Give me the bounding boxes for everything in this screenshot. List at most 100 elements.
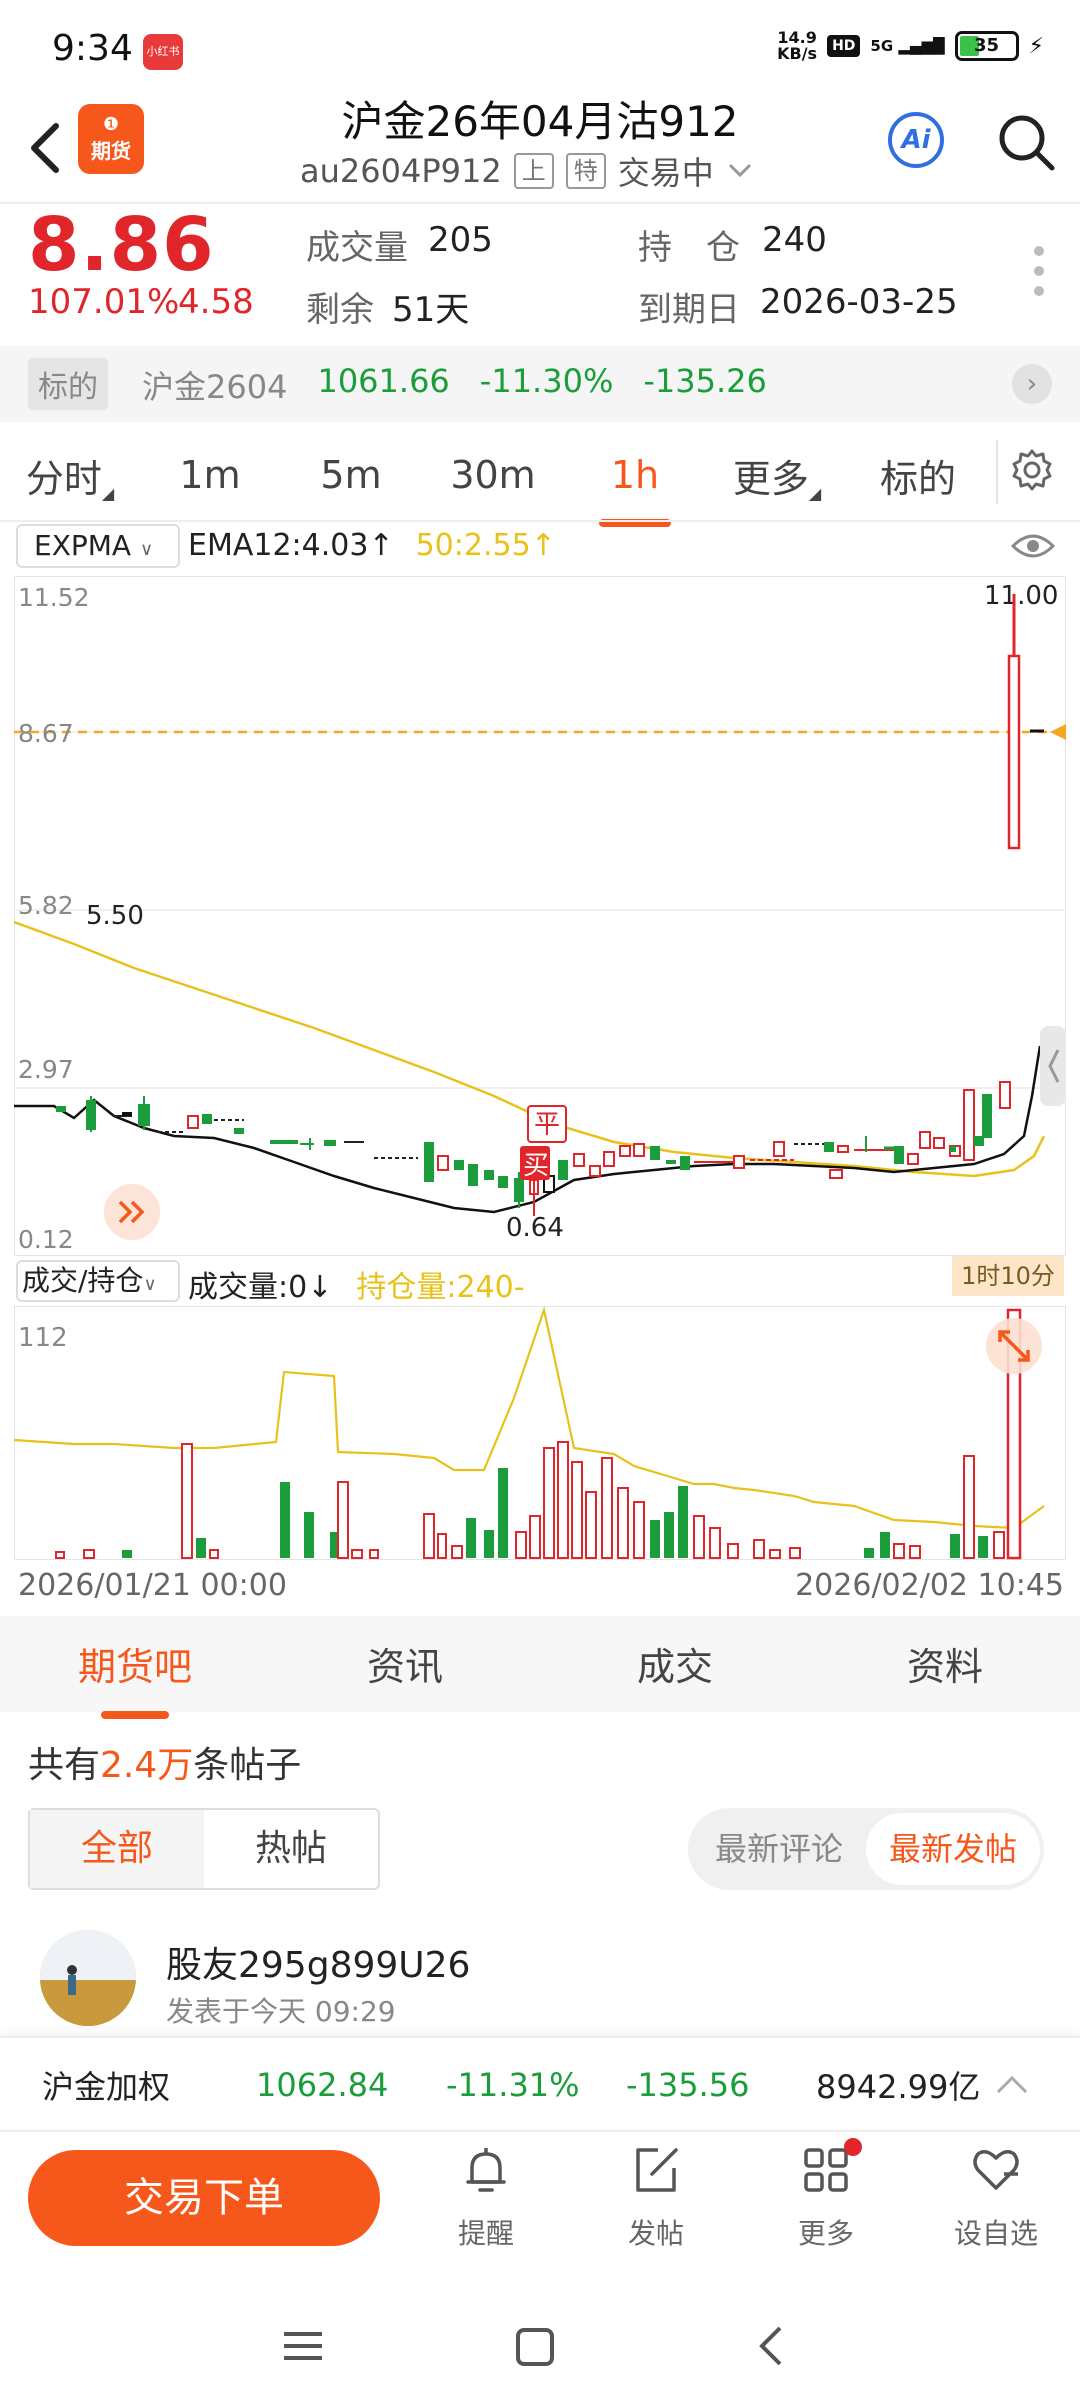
side-panel-handle[interactable] <box>1040 1026 1066 1106</box>
y-tick-label: 5.82 <box>18 891 74 920</box>
high-price-label: 11.00 <box>984 581 1058 611</box>
avatar[interactable] <box>40 1930 136 2026</box>
remaining-label: 剩余 <box>306 290 374 330</box>
post-count: 共有2.4万条帖子 <box>28 1745 302 1786</box>
ai-assistant-icon[interactable]: Ai <box>888 112 944 168</box>
x-axis-start: 2026/01/21 00:00 <box>18 1568 287 1603</box>
bell-icon <box>466 2148 506 2192</box>
index-change: -135.56 <box>626 2066 750 2104</box>
tab-1m[interactable]: 1m <box>140 453 280 497</box>
sort-latest-comment-button[interactable]: 最新评论 <box>692 1813 866 1885</box>
menu-icon[interactable] <box>284 2332 322 2360</box>
underlying-change: -135.26 <box>643 362 767 400</box>
tab-more[interactable]: 更多◢ <box>706 448 848 503</box>
more-button[interactable]: 更多 <box>776 2142 876 2252</box>
index-ticker-row: 沪金加权 1062.84 -11.31% -135.56 8942.99亿 <box>42 2062 1042 2108</box>
open-interest-label: 持 仓 <box>638 228 740 268</box>
contract-subtitle[interactable]: au2604P912 上 特 交易中 <box>300 148 754 194</box>
ema12-value: EMA12:4.03↑ <box>188 528 394 563</box>
index-price: 1062.84 <box>256 2066 389 2104</box>
candlestick-chart[interactable]: 11.52 8.67 5.82 2.97 0.12 11.00 5.50 0.6… <box>14 576 1066 1256</box>
divider <box>0 520 1080 522</box>
status-icons: 14.9 KB/s HD 5G ▂▄▆█ 35 ⚡ <box>777 30 1044 62</box>
tab-news[interactable]: 资讯 <box>270 1636 540 1691</box>
expiry-label: 到期日 <box>638 290 740 330</box>
expand-arrows-icon[interactable] <box>104 1184 160 1240</box>
remaining-value: 51天 <box>392 290 470 330</box>
edit-icon <box>636 2148 678 2192</box>
indicator-select[interactable]: EXPMA ∨ <box>16 524 180 568</box>
gear-icon[interactable] <box>1010 448 1054 492</box>
open-interest-current: 持仓量:240- <box>356 1270 525 1305</box>
y-tick-label: 0.12 <box>18 1225 74 1254</box>
underlying-pct: -11.30% <box>479 362 614 400</box>
chevron-up-icon[interactable] <box>992 2072 1032 2098</box>
status-time: 9:34 <box>52 28 133 69</box>
news-tabs: 期货吧 资讯 成交 资料 <box>0 1636 1080 1719</box>
volume-value: 205 <box>428 220 493 260</box>
sort-latest-post-button[interactable]: 最新发帖 <box>866 1813 1040 1885</box>
fullscreen-icon[interactable] <box>986 1318 1042 1374</box>
special-tag: 特 <box>565 153 606 189</box>
x-axis-labels: 2026/01/21 00:00 2026/02/02 10:45 <box>18 1568 1064 1603</box>
period-tabs: 分时◢ 1m 5m 30m 1h 更多◢ 标的 <box>0 430 1080 527</box>
network-speed: 14.9 KB/s <box>777 28 818 63</box>
tab-trades[interactable]: 成交 <box>540 1636 810 1691</box>
tab-5m[interactable]: 5m <box>280 453 422 497</box>
charging-icon: ⚡ <box>1028 33 1044 59</box>
eye-icon[interactable] <box>1010 530 1056 562</box>
underlying-name: 沪金2604 <box>142 368 288 406</box>
notification-dot <box>844 2138 862 2156</box>
chevron-right-icon[interactable]: › <box>1012 364 1052 404</box>
remind-button[interactable]: 提醒 <box>436 2142 536 2252</box>
volume-current: 成交量:0↓ <box>188 1270 333 1305</box>
divider <box>996 440 998 504</box>
open-interest-value: 240 <box>762 220 827 260</box>
ema-values: EMA12:4.03↑ 50:2.55↑ <box>188 528 556 563</box>
volume-indicator-select[interactable]: 成交/持仓∨ <box>16 1260 180 1302</box>
volume-chart[interactable]: 112 <box>14 1306 1066 1560</box>
tab-futures-forum[interactable]: 期货吧 <box>0 1636 270 1719</box>
more-options-icon[interactable] <box>1034 246 1046 306</box>
hd-icon: HD <box>827 35 861 57</box>
underlying-price: 1061.66 <box>317 362 450 400</box>
contract-code: au2604P912 <box>300 152 502 190</box>
tab-info[interactable]: 资料 <box>810 1636 1080 1691</box>
post-button[interactable]: 发帖 <box>606 2142 706 2252</box>
app-notification-icon: 小红书 <box>143 34 183 70</box>
status-bar: 9:34 小红书 14.9 KB/s HD 5G ▂▄▆█ 35 ⚡ <box>0 0 1080 96</box>
tab-intraday[interactable]: 分时◢ <box>0 448 140 503</box>
volume-y-max: 112 <box>18 1323 68 1353</box>
countdown-badge: 1时10分 <box>952 1256 1064 1296</box>
search-icon[interactable] <box>994 110 1058 174</box>
post-author[interactable]: 股友295g899U26 <box>166 1936 470 1988</box>
heart-plus-icon <box>973 2150 1019 2190</box>
underlying-label: 标的 <box>28 358 108 410</box>
ema50-value: 50:2.55↑ <box>415 528 556 563</box>
chevron-down-icon <box>728 163 751 178</box>
post-time: 发表于今天 09:29 <box>166 1995 396 2028</box>
post-filter: 全部 热帖 <box>28 1808 380 1890</box>
volume-label: 成交量 <box>306 228 408 268</box>
post-sort: 最新评论 最新发帖 <box>688 1808 1044 1890</box>
filter-hot-button[interactable]: 热帖 <box>204 1810 378 1888</box>
buy-marker: 买 <box>523 1151 549 1181</box>
price-change: 4.58 <box>178 282 254 322</box>
underlying-quote: 沪金2604 1061.66 -11.30% -135.26 <box>142 362 767 408</box>
exchange-tag: 上 <box>513 153 554 189</box>
home-icon[interactable] <box>516 2328 554 2366</box>
index-amount: 8942.99亿 <box>816 2068 981 2106</box>
expiry-value: 2026-03-25 <box>760 282 958 322</box>
y-tick-label: 11.52 <box>18 583 90 612</box>
tab-1h[interactable]: 1h <box>564 453 706 527</box>
tab-30m[interactable]: 30m <box>422 453 564 497</box>
place-order-button[interactable]: 交易下单 <box>28 2150 380 2246</box>
back-icon[interactable] <box>759 2326 782 2366</box>
tab-underlying[interactable]: 标的 <box>848 448 988 503</box>
x-axis-end: 2026/02/02 10:45 <box>795 1568 1064 1603</box>
battery-icon: 35 <box>954 31 1019 61</box>
add-watchlist-button[interactable]: 设自选 <box>946 2142 1046 2252</box>
trade-status: 交易中 <box>617 154 714 192</box>
filter-all-button[interactable]: 全部 <box>30 1810 204 1888</box>
y-tick-label: 8.67 <box>18 719 74 748</box>
